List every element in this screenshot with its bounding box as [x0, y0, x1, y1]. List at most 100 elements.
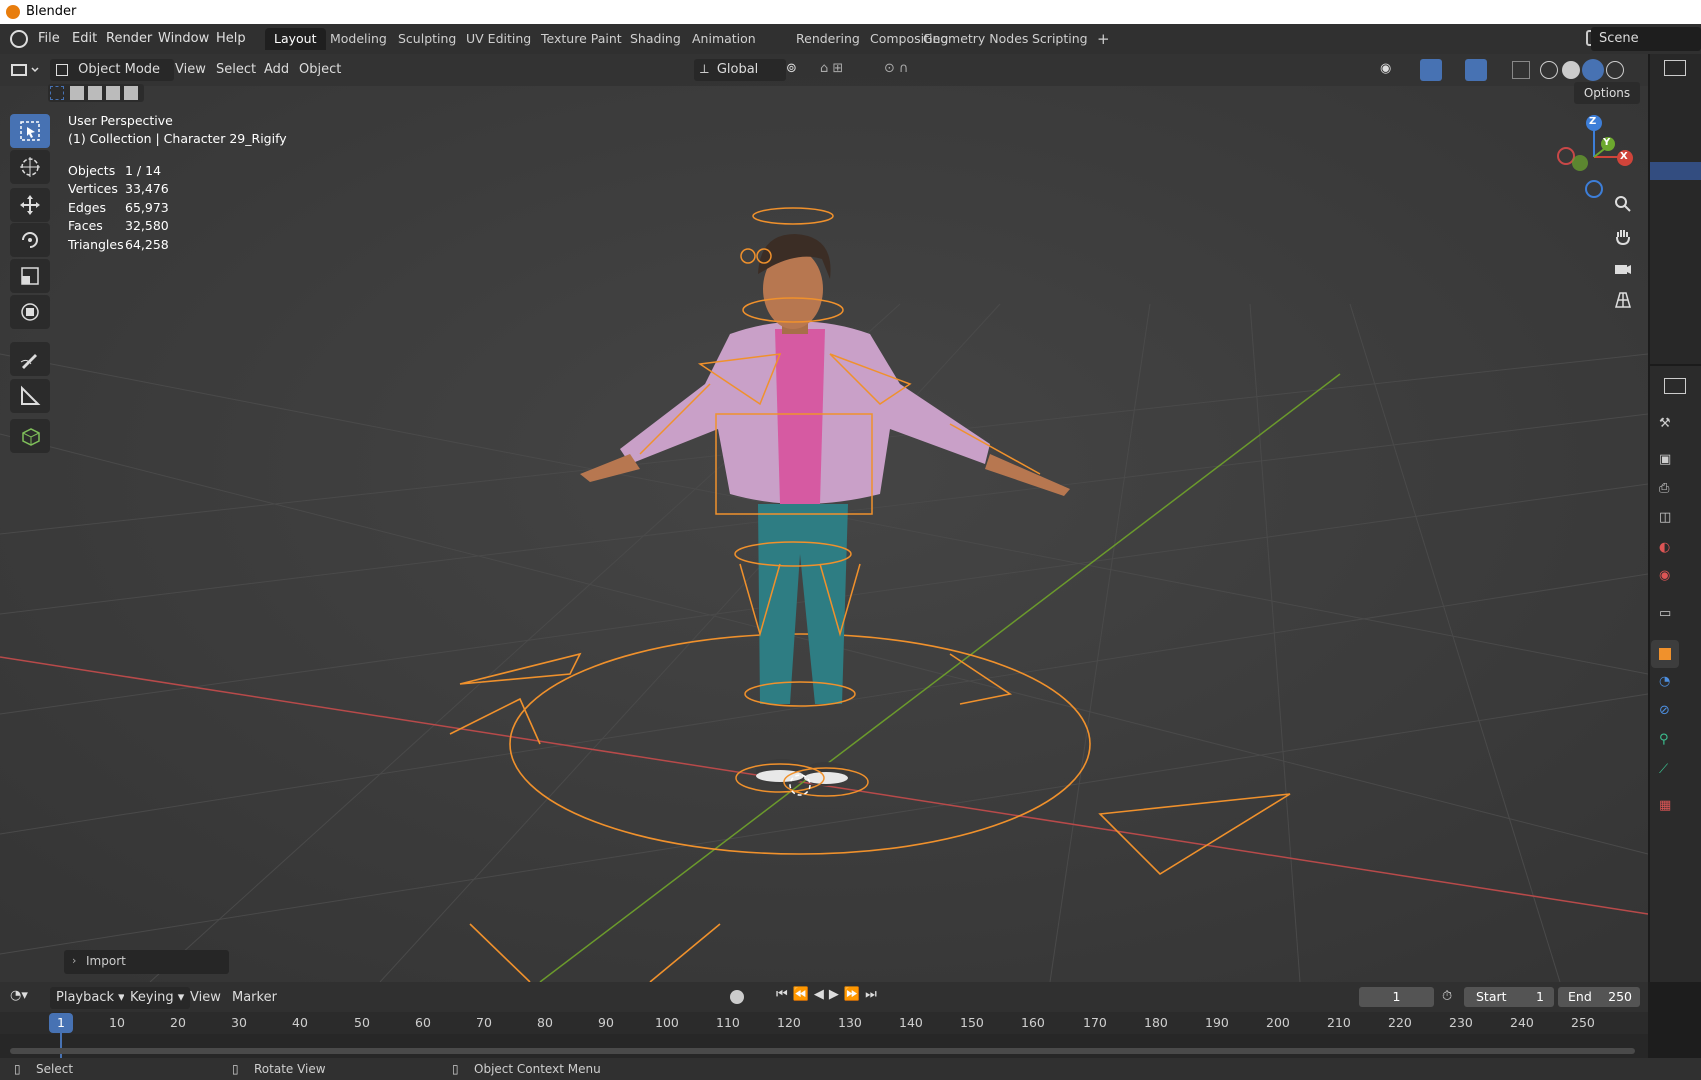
gizmo-y-label[interactable]: Y [1603, 137, 1610, 148]
start-frame-field[interactable]: Start 1 [1464, 987, 1554, 1007]
zoom-icon[interactable] [1609, 190, 1637, 218]
material-preview-shading-icon[interactable] [1582, 59, 1604, 81]
select-extend-icon[interactable] [70, 86, 84, 100]
world-properties-icon[interactable]: ◉ [1659, 568, 1679, 588]
play-reverse-icon[interactable]: ◀ [814, 987, 829, 1002]
frame-tick: 100 [655, 1015, 679, 1030]
options-button[interactable]: Options [1574, 82, 1640, 104]
last-operation-panel[interactable]: › Import [64, 950, 229, 974]
perspective-toggle-icon[interactable] [1609, 286, 1637, 314]
keying-menu[interactable]: Keying ▾ [124, 987, 191, 1009]
modifier-properties-icon[interactable]: ◔ [1659, 674, 1679, 694]
timeline-view-menu[interactable]: View [190, 987, 221, 1009]
output-properties-icon[interactable]: ⎙ [1659, 481, 1679, 501]
menu-render[interactable]: Render [106, 31, 152, 46]
menu-help[interactable]: Help [216, 31, 246, 46]
add-cube-tool[interactable] [10, 419, 50, 453]
cursor-tool[interactable] [10, 150, 50, 184]
tab-modeling[interactable]: Modeling [321, 28, 396, 50]
pivot-point-icon[interactable]: ⊚ [786, 61, 816, 81]
solid-shading-icon[interactable] [1562, 61, 1580, 79]
tab-scripting[interactable]: Scripting [1023, 28, 1097, 50]
scene-properties-icon[interactable]: ◐ [1659, 540, 1679, 560]
tool-properties-icon[interactable]: ⚒ [1659, 416, 1679, 436]
menu-window[interactable]: Window [158, 31, 209, 46]
wireframe-shading-icon[interactable] [1540, 61, 1558, 79]
scale-tool[interactable] [10, 259, 50, 293]
3d-viewport[interactable]: User Perspective (1) Collection | Charac… [0, 54, 1648, 982]
jump-keyframe-back-icon[interactable]: ⏪ [793, 987, 814, 1002]
gizmo-x-label[interactable]: X [1620, 151, 1628, 162]
gizmo-z-label[interactable]: Z [1589, 116, 1596, 127]
select-invert-icon[interactable] [106, 86, 120, 100]
jump-end-icon[interactable]: ⏭ [865, 987, 882, 1002]
snap-icon[interactable]: ⌂ ⊞ [820, 61, 880, 81]
transform-orientation-selector[interactable]: ⟂ Global [694, 59, 786, 81]
measure-tool[interactable] [10, 379, 50, 413]
end-frame-field[interactable]: End 250 [1558, 987, 1640, 1007]
menu-add[interactable]: Add [264, 59, 289, 81]
scene-selector[interactable]: Scene [1591, 27, 1701, 51]
object-properties-tab[interactable] [1651, 640, 1679, 668]
tab-rendering[interactable]: Rendering [787, 28, 869, 50]
select-box-new-icon[interactable] [50, 86, 64, 100]
proportional-editing-icon[interactable]: ⊙ ∩ [884, 61, 924, 81]
rotate-tool[interactable] [10, 223, 50, 257]
timeline-area[interactable]: 1 10 20 30 40 50 60 70 80 90 100 110 120… [0, 1012, 1648, 1058]
menu-edit[interactable]: Edit [72, 31, 97, 46]
object-data-armature-icon[interactable]: ⚲ [1659, 732, 1679, 752]
gizmo-toggle-icon[interactable] [1420, 59, 1442, 81]
playback-controls[interactable]: ⏮⏪◀▶⏩⏭ [776, 987, 896, 1007]
play-icon[interactable]: ▶ [829, 987, 844, 1002]
menu-file[interactable]: File [38, 31, 60, 46]
outliner-area[interactable] [1650, 54, 1701, 366]
move-tool[interactable] [10, 188, 50, 222]
texture-properties-icon[interactable]: ▦ [1659, 798, 1679, 818]
constraint-properties-icon[interactable]: ⊘ [1659, 703, 1679, 723]
tab-geometry-nodes[interactable]: Geometry Nodes [914, 28, 1037, 50]
preview-range-icon[interactable]: ⏱ [1442, 989, 1458, 1005]
editor-type-icon[interactable] [10, 60, 40, 80]
jump-start-icon[interactable]: ⏮ [776, 987, 793, 1002]
add-workspace-button[interactable]: + [1088, 28, 1119, 50]
timeline-marker-menu[interactable]: Marker [232, 987, 277, 1009]
menu-select[interactable]: Select [216, 59, 256, 81]
view-layer-properties-icon[interactable]: ◫ [1659, 510, 1679, 530]
tab-shading[interactable]: Shading [621, 28, 690, 50]
overlay-toggle-icon[interactable] [1465, 59, 1487, 81]
current-frame-field[interactable]: 1 [1359, 987, 1434, 1007]
jump-keyframe-forward-icon[interactable]: ⏩ [844, 987, 865, 1002]
annotate-tool[interactable] [10, 342, 50, 376]
playback-menu[interactable]: Playback ▾ [50, 987, 131, 1009]
rendered-shading-icon[interactable] [1606, 61, 1624, 79]
transform-tool[interactable] [10, 295, 50, 329]
stat-value-triangles: 64,258 [125, 237, 169, 252]
timeline-editor-icon[interactable]: ◔▾ [10, 988, 40, 1008]
timeline-scrollbar[interactable] [10, 1048, 1635, 1054]
tab-sculpting[interactable]: Sculpting [389, 28, 465, 50]
render-properties-icon[interactable]: ▣ [1659, 452, 1679, 472]
camera-view-icon[interactable] [1609, 254, 1637, 282]
tab-texture-paint[interactable]: Texture Paint [532, 28, 631, 50]
tab-layout[interactable]: Layout [265, 28, 326, 50]
select-intersect-icon[interactable] [124, 86, 138, 100]
visibility-icon[interactable]: ◉ [1380, 61, 1410, 81]
tab-uv-editing[interactable]: UV Editing [457, 28, 540, 50]
menu-view[interactable]: View [175, 59, 206, 81]
mode-selector[interactable]: Object Mode [50, 59, 174, 81]
stat-label-faces: Faces [68, 218, 103, 233]
tab-animation[interactable]: Animation [683, 28, 765, 50]
outliner-editor-icon[interactable] [1664, 60, 1686, 76]
pan-hand-icon[interactable] [1609, 222, 1637, 250]
menu-object[interactable]: Object [299, 59, 341, 81]
select-box-tool[interactable] [10, 114, 50, 148]
outliner-selected-row[interactable] [1650, 162, 1701, 180]
bone-properties-icon[interactable]: ⟋ [1659, 762, 1679, 782]
xray-toggle-icon[interactable] [1512, 61, 1530, 79]
collection-properties-icon[interactable]: ▭ [1659, 606, 1679, 626]
properties-editor-icon[interactable] [1664, 378, 1686, 394]
selection-mode-buttons[interactable] [48, 84, 144, 102]
blender-menu-icon[interactable] [10, 30, 28, 48]
select-subtract-icon[interactable] [88, 86, 102, 100]
auto-keying-icon[interactable] [730, 990, 744, 1004]
